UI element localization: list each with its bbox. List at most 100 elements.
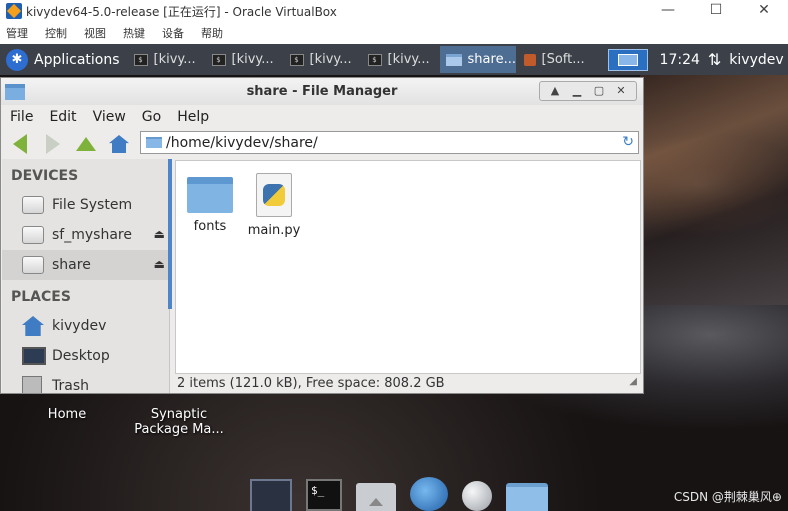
taskbar-item-terminal-3[interactable]: $ [kivy... [284,46,360,73]
bottom-dock: $_ [250,476,562,511]
web-browser-launcher-icon[interactable] [410,477,448,511]
desktop-icon-synaptic[interactable]: Synaptic Package Ma... [126,407,232,437]
terminal-icon: $ [289,53,304,66]
sidebar-item-label: Trash [52,378,89,393]
file-item-folder[interactable]: fonts [180,173,240,234]
location-bar[interactable]: /home/kivydev/share/ ↻ [140,131,639,154]
sidebar-item-label: kivydev [52,318,107,334]
file-manager-titlebar[interactable]: share - File Manager ▲ ▁ ▢ ✕ [1,78,643,105]
status-bar: 2 items (121.0 kB), Free space: 808.2 GB… [175,376,641,392]
trash-icon [22,376,42,393]
app-finder-launcher-icon[interactable] [462,481,492,511]
maximize-button[interactable]: ☐ [692,0,740,22]
file-name: fonts [193,219,227,234]
terminal-launcher-icon[interactable]: $_ [306,479,342,511]
sidebar-item-kivydev[interactable]: kivydev [2,311,169,341]
virtualbox-menubar: 管理 控制 视图 热键 设备 帮助 [0,22,788,44]
eject-icon[interactable]: ⏏ [154,257,165,271]
desktop-icon-home[interactable]: Home [40,407,94,422]
forward-button[interactable] [40,132,66,156]
sidebar-scrollbar[interactable] [168,159,172,309]
task-label: [kivy... [153,52,196,67]
virtualbox-title: kivydev64-5.0-release [正在运行] - Oracle Vi… [26,4,337,19]
network-icon[interactable]: ⇅ [708,50,721,69]
sidebar-item-label: File System [52,197,133,213]
devices-heading: DEVICES [11,168,79,184]
applications-label: Applications [34,51,120,68]
taskbar-item-terminal-1[interactable]: $ [kivy... [128,46,204,73]
menu-devices[interactable]: 设备 [162,25,184,41]
menu-hotkeys[interactable]: 热键 [123,25,145,41]
drive-icon [22,226,44,244]
python-logo-icon [263,184,285,206]
up-arrow-icon [76,137,96,151]
watermark: CSDN @荆棘巢风⊕ [673,490,782,504]
taskbar-item-file-manager[interactable]: share... [439,46,516,73]
fm-maximize-button[interactable]: ▢ [588,82,610,100]
fm-menu-help[interactable]: Help [177,109,209,125]
task-label: [kivy... [231,52,274,67]
file-view: fonts main.py [175,160,641,374]
menu-help[interactable]: 帮助 [201,25,223,41]
window-controls: — ☐ ✕ [644,0,788,22]
sidebar-item-desktop[interactable]: Desktop [2,341,169,371]
drive-icon [22,256,44,274]
panel-clock[interactable]: 17:24 [660,52,700,68]
sidebar-item-file-system[interactable]: File System [2,190,169,220]
menu-view[interactable]: 视图 [84,25,106,41]
folder-launcher-icon[interactable] [506,483,548,511]
terminal-prompt: $_ [311,484,325,497]
show-desktop-icon[interactable] [250,479,292,511]
back-button[interactable] [7,132,33,156]
forward-arrow-icon [46,134,60,154]
home-icon [109,135,129,153]
menu-manage[interactable]: 管理 [6,25,28,41]
taskbar-item-software[interactable]: [Soft... [518,46,594,73]
taskbar-item-terminal-4[interactable]: $ [kivy... [362,46,438,73]
fm-menu-file[interactable]: File [10,109,33,125]
fm-minimize-button[interactable]: ▁ [566,82,588,100]
taskbar-item-terminal-2[interactable]: $ [kivy... [206,46,282,73]
folder-icon [445,53,462,66]
folder-icon [146,137,162,148]
xfce-top-panel: ✱ Applications $ [kivy... $ [kivy... $ [kiv… [0,44,788,75]
virtualbox-icon [6,3,22,19]
file-item-python[interactable]: main.py [244,173,304,238]
close-button[interactable]: ✕ [740,0,788,22]
menu-control[interactable]: 控制 [45,25,67,41]
places-heading: PLACES [11,289,71,305]
reload-icon[interactable]: ↻ [622,134,634,150]
resize-grip-icon[interactable]: ◢ [629,376,637,387]
fm-sidebar: DEVICES File System sf_myshare ⏏ share ⏏ P… [2,159,170,393]
location-path: /home/kivydev/share/ [166,134,318,151]
drive-icon [22,196,44,214]
desktop-icon [22,347,46,365]
task-label: share... [467,52,516,67]
terminal-icon: $ [211,53,226,66]
user-menu[interactable]: kivydev [729,52,783,68]
task-label: [Soft... [541,52,585,67]
sidebar-item-label: share [52,257,91,273]
applications-menu[interactable]: ✱ Applications [0,44,126,75]
python-file-icon [256,173,292,217]
back-arrow-icon [13,134,27,154]
sidebar-item-sf-myshare[interactable]: sf_myshare ⏏ [2,220,169,250]
terminal-icon: $ [133,53,148,66]
sidebar-item-share[interactable]: share ⏏ [2,250,169,280]
eject-icon[interactable]: ⏏ [154,227,165,241]
home-button[interactable] [106,132,132,156]
sidebar-item-trash[interactable]: Trash [2,371,169,393]
file-name: main.py [247,223,301,238]
fm-shade-button[interactable]: ▲ [544,82,566,100]
parent-folder-button[interactable] [73,132,99,156]
fm-menu-edit[interactable]: Edit [49,109,76,125]
status-text: 2 items (121.0 kB), Free space: 808.2 GB [177,376,445,391]
workspace-switcher[interactable] [607,48,648,71]
fm-menu-view[interactable]: View [93,109,126,125]
minimize-button[interactable]: — [644,0,692,22]
folder-icon [187,177,233,213]
desktop-icon-label: Home [47,407,87,422]
home-folder-launcher-icon[interactable] [356,483,396,511]
fm-close-button[interactable]: ✕ [610,82,632,100]
fm-menu-go[interactable]: Go [142,109,161,125]
